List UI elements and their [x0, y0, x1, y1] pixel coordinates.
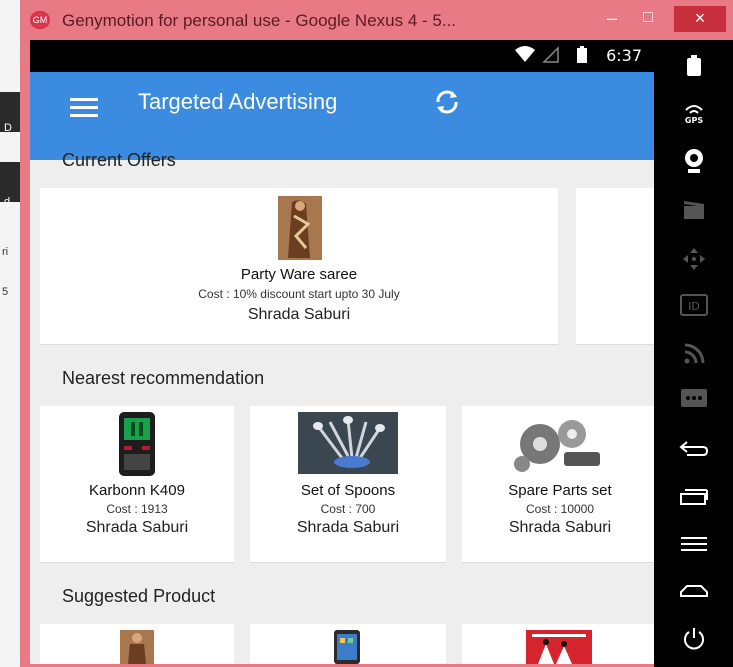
refresh-icon[interactable] — [430, 85, 464, 119]
status-time: 6:37 — [606, 46, 642, 65]
id-icon[interactable]: ID — [678, 294, 710, 322]
offer-cost: Cost : 10% discount start upto 30 July — [198, 287, 400, 301]
back-icon[interactable] — [678, 438, 710, 466]
close-button[interactable]: × — [674, 6, 726, 32]
window-titlebar[interactable]: GM Genymotion for personal use - Google … — [20, 0, 733, 40]
section-title-nearest-recommendation: Nearest recommendation — [62, 368, 265, 388]
cell-signal-icon — [542, 46, 560, 68]
product-seller: Shrada Saburi — [508, 519, 612, 536]
offer-card[interactable] — [576, 188, 654, 345]
saree-image — [278, 196, 322, 260]
background-window-strip: D d ri 5 — [0, 0, 20, 667]
product-name: Spare Parts set — [508, 482, 612, 499]
product-card[interactable]: Karbonn K409 Cost : 1913 Shrada Saburi — [40, 406, 234, 563]
genymotion-logo-icon: GM — [30, 11, 50, 29]
saree-image — [120, 630, 154, 664]
product-name: Karbonn K409 — [89, 482, 185, 499]
device-screen: 6:37 Targeted Advertising Current Offers — [30, 40, 654, 664]
background-label: d — [4, 196, 11, 208]
minimize-button[interactable]: – — [594, 6, 630, 32]
home-icon[interactable] — [678, 582, 710, 610]
spoons-image — [298, 412, 398, 474]
product-cost: Cost : 1913 — [106, 502, 168, 516]
product-card[interactable]: Spare Parts set Cost : 10000 Shrada Sabu… — [462, 406, 654, 563]
background-label: 5 — [2, 286, 9, 298]
section-title-current-offers: Current Offers — [62, 150, 176, 170]
offer-card[interactable]: Party Ware saree Cost : 10% discount sta… — [40, 188, 558, 345]
offer-seller: Shrada Saburi — [247, 306, 351, 323]
product-card[interactable] — [462, 624, 654, 664]
wifi-icon — [514, 46, 536, 68]
genymotion-toolbar: GPS ID — [654, 40, 733, 667]
spare-parts-image — [506, 410, 610, 476]
background-label: D — [4, 122, 12, 134]
maximize-button[interactable]: □ — [630, 6, 666, 32]
app-bar: Targeted Advertising — [30, 72, 654, 160]
product-name: Set of Spoons — [300, 482, 396, 499]
product-cost: Cost : 700 — [320, 502, 376, 516]
gps-icon[interactable]: GPS — [678, 102, 710, 130]
battery-icon[interactable] — [678, 54, 710, 82]
phone-image — [116, 410, 158, 478]
power-icon[interactable] — [678, 626, 710, 654]
window-title: Genymotion for personal use - Google Nex… — [62, 11, 457, 30]
section-title-suggested-product: Suggested Product — [62, 586, 216, 606]
svg-text:ID: ID — [688, 300, 700, 313]
battery-status-icon — [576, 46, 588, 68]
product-seller: Shrada Saburi — [85, 519, 189, 536]
product-card[interactable]: Set of Spoons Cost : 700 Shrada Saburi — [250, 406, 446, 563]
app-title: Targeted Advertising — [138, 89, 338, 114]
status-bar: 6:37 — [30, 40, 654, 72]
clapper-icon[interactable] — [678, 198, 710, 226]
recent-apps-icon[interactable] — [678, 486, 710, 514]
webcam-icon[interactable] — [678, 148, 710, 176]
product-card[interactable] — [40, 624, 234, 664]
tablet-image — [332, 630, 362, 664]
dpad-icon[interactable] — [678, 246, 710, 274]
menu-icon[interactable] — [678, 534, 710, 562]
hamburger-menu-icon[interactable] — [70, 98, 98, 122]
product-seller: Shrada Saburi — [296, 519, 400, 536]
offer-name: Party Ware saree — [240, 266, 358, 283]
more-icon[interactable] — [678, 388, 710, 416]
product-card[interactable] — [250, 624, 446, 664]
signal-icon[interactable] — [678, 342, 710, 370]
product-cost: Cost : 10000 — [525, 502, 595, 516]
svg-text:GPS: GPS — [685, 116, 703, 124]
poster-image — [526, 630, 592, 664]
background-label: ri — [2, 246, 9, 258]
genymotion-window: GM Genymotion for personal use - Google … — [20, 0, 733, 667]
